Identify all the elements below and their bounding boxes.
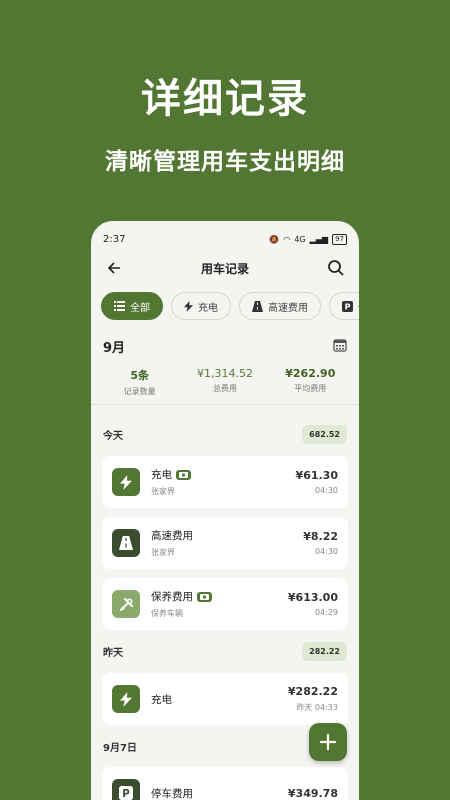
record-card[interactable]: 保养费用 保养车辆 ¥613.00 04:29: [102, 578, 348, 630]
record-card[interactable]: 高速费用 张家界 ¥8.22 04:30: [102, 517, 348, 569]
record-location: 保养车辆: [151, 609, 183, 618]
record-amount: ¥61.30: [295, 469, 338, 482]
stat-label: 总费用: [212, 384, 237, 393]
highway-category-icon: [112, 529, 140, 557]
record-name: 保养费用: [151, 591, 193, 603]
group-date: 9月7日: [103, 743, 137, 754]
stat-value: 5条: [130, 369, 149, 382]
battery-icon: 97: [332, 233, 347, 245]
record-time: 04:30: [314, 547, 338, 556]
app-bar: 用车记录: [91, 253, 359, 283]
status-bar: 2:37 🔕 ◠ 4G ▂▄▆ 97: [91, 221, 359, 251]
chip-label: 充电: [198, 302, 218, 314]
page-title: 用车记录: [200, 261, 249, 276]
wifi-icon: ◠: [283, 234, 291, 244]
svg-text:P: P: [122, 789, 130, 800]
filter-chips: 全部 充电 高速费用 P 停: [101, 292, 359, 320]
summary-stats: 5条 记录数量 ¥1,314.52 总费用 ¥262.90 平均费用: [91, 367, 359, 397]
arrow-left-icon: [107, 262, 120, 274]
group-header-today: 今天 682.52: [103, 425, 347, 444]
stat-value: ¥1,314.52: [196, 367, 253, 380]
group-header-yesterday: 昨天 282.22: [103, 642, 347, 661]
search-button[interactable]: [325, 257, 347, 279]
chip-label: 停: [358, 299, 359, 314]
parking-category-icon: P: [112, 779, 140, 800]
bolt-icon: [120, 691, 132, 707]
record-name: 充电: [151, 469, 172, 481]
record-amount: ¥282.22: [287, 685, 338, 698]
record-amount: ¥349.78: [287, 786, 338, 800]
record-time: 04:30: [314, 486, 338, 495]
status-time: 2:37: [103, 233, 126, 245]
record-card[interactable]: 充电 张家界 ¥61.30 04:30: [102, 456, 348, 508]
network-type: 4G: [294, 234, 306, 244]
charging-category-icon: [112, 468, 140, 496]
group-sum-badge: 682.52: [302, 425, 347, 444]
stat-average: ¥262.90 平均费用: [270, 367, 350, 397]
camera-icon: [176, 469, 191, 480]
maintenance-category-icon: [112, 590, 140, 618]
mute-icon: 🔕: [269, 234, 280, 244]
parking-icon: P: [342, 300, 353, 312]
banner-subtitle: 清晰管理用车支出明细: [105, 149, 345, 175]
chip-parking[interactable]: P 停: [329, 292, 359, 320]
signal-icon: ▂▄▆: [309, 234, 329, 244]
charging-category-icon: [112, 685, 140, 713]
record-amount: ¥613.00: [287, 591, 338, 604]
bolt-icon: [184, 300, 193, 312]
group-date: 昨天: [103, 648, 123, 659]
record-name: 充电: [151, 693, 172, 706]
chip-label: 高速费用: [268, 302, 308, 314]
stat-label: 记录数量: [123, 387, 156, 396]
record-name: 停车费用: [151, 787, 193, 800]
record-card[interactable]: 充电 ¥282.22 昨天 04:33: [102, 673, 348, 725]
record-location: 张家界: [151, 548, 175, 557]
svg-text:P: P: [345, 302, 351, 311]
record-location: 张家界: [151, 487, 175, 496]
chip-all[interactable]: 全部: [101, 292, 163, 320]
road-icon: [119, 536, 133, 550]
parking-icon: P: [119, 786, 133, 800]
calendar-icon: [333, 339, 347, 352]
record-time: 昨天 04:33: [296, 703, 338, 712]
record-amount: ¥8.22: [303, 530, 338, 543]
phone-screen: 2:37 🔕 ◠ 4G ▂▄▆ 97 用车记录 全部 充电 高速费用 P 9月 …: [91, 221, 359, 800]
record-time: 04:29: [314, 608, 338, 617]
stat-value: ¥262.90: [285, 367, 336, 380]
list-icon: [114, 301, 125, 311]
group-sum-badge: 282.22: [302, 642, 347, 661]
wrench-icon: [119, 597, 133, 611]
record-card[interactable]: P 停车费用 ¥349.78: [102, 767, 348, 800]
banner-title: 详细记录: [141, 76, 309, 122]
plus-icon: [320, 734, 336, 750]
back-button[interactable]: [103, 257, 125, 279]
divider: [91, 404, 359, 405]
camera-icon: [197, 591, 212, 602]
calendar-button[interactable]: [333, 337, 347, 356]
chip-highway[interactable]: 高速费用: [239, 292, 321, 320]
search-icon: [328, 260, 344, 276]
record-name: 高速费用: [151, 530, 193, 542]
bolt-icon: [120, 474, 132, 490]
month-label: 9月: [103, 341, 126, 356]
stat-label: 平均费用: [294, 384, 327, 393]
month-row: 9月: [103, 337, 347, 356]
chip-charging[interactable]: 充电: [171, 292, 231, 320]
stat-count: 5条 记录数量: [100, 367, 180, 397]
group-date: 今天: [103, 431, 123, 442]
stat-total: ¥1,314.52 总费用: [185, 367, 265, 397]
chip-label: 全部: [130, 302, 150, 314]
add-record-button[interactable]: [309, 723, 347, 761]
road-icon: [252, 300, 263, 312]
